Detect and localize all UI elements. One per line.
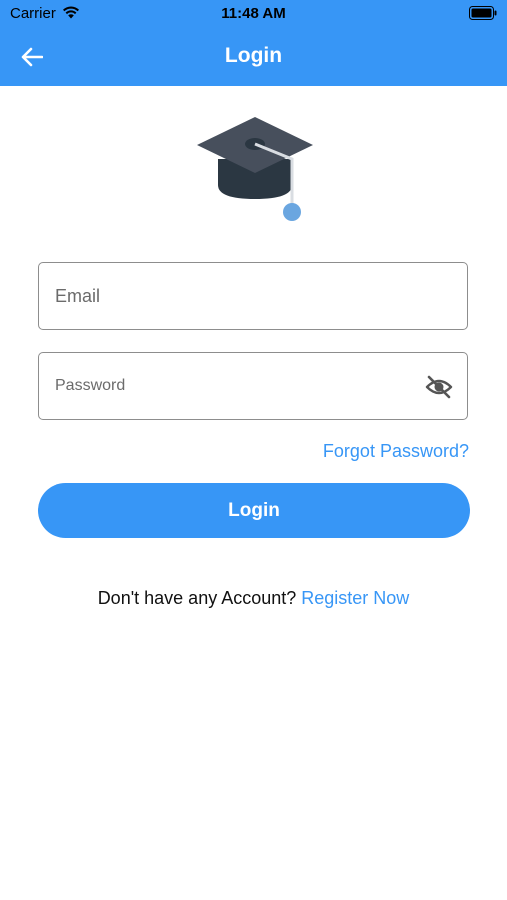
graduation-cap-icon [197, 117, 313, 221]
eye-off-icon[interactable] [425, 374, 453, 400]
password-field-box [38, 352, 468, 420]
status-time: 11:48 AM [221, 5, 286, 22]
register-prompt: Don't have any Account? [97, 588, 302, 608]
nav-bar: Login [0, 28, 507, 86]
register-row: Don't have any Account? Register Now [0, 588, 507, 609]
email-field-box [38, 262, 468, 330]
page-title: Login [224, 44, 283, 67]
password-input[interactable] [55, 353, 425, 419]
email-input[interactable] [55, 263, 425, 329]
forgot-password-link[interactable]: Forgot Password? [323, 441, 469, 462]
login-button[interactable]: Login [38, 483, 470, 538]
status-bar: Carrier 11:48 AM [0, 0, 507, 28]
register-now-link[interactable]: Register Now [301, 588, 409, 608]
battery-icon [469, 6, 497, 20]
